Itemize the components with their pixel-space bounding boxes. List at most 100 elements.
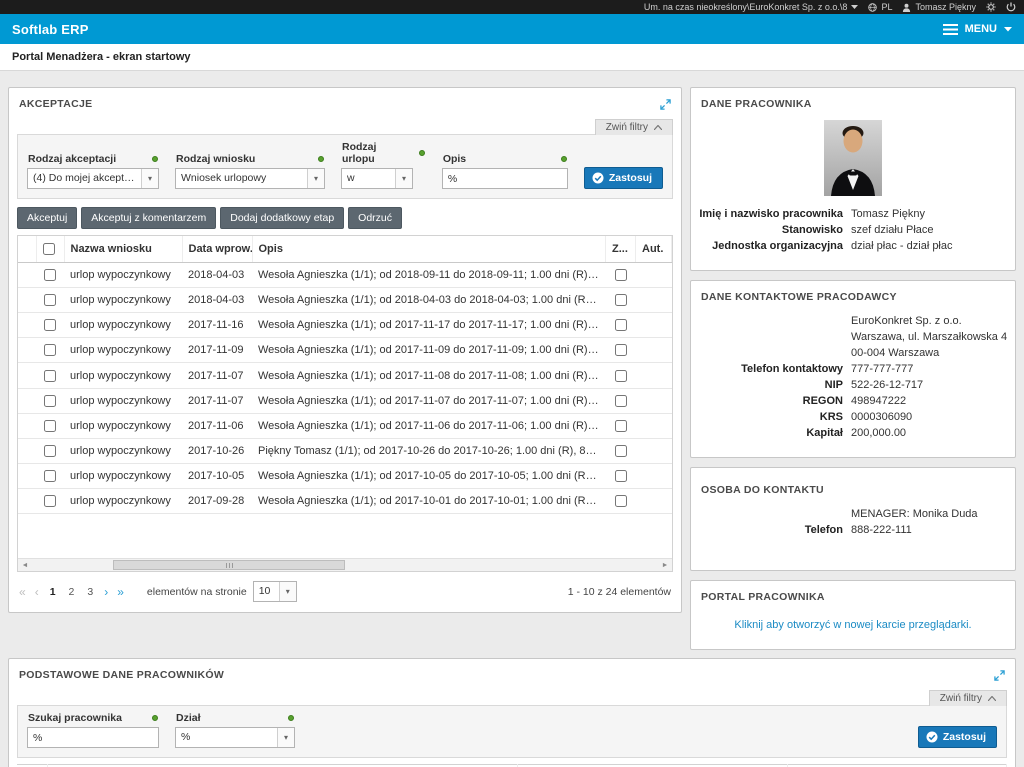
- field-label: REGON: [691, 395, 851, 407]
- column-header-nazwa[interactable]: Nazwa wniosku: [64, 236, 182, 263]
- row-checkbox[interactable]: [44, 420, 56, 432]
- z-checkbox[interactable]: [615, 495, 627, 507]
- request-name-cell: urlop wypoczynkowy: [64, 263, 182, 288]
- rodzaj-akceptacji-select[interactable]: (4) Do mojej akceptacji, Za... ▾: [27, 168, 159, 189]
- open-portal-link[interactable]: Kliknij aby otworzyć w nowej karcie prze…: [691, 611, 1015, 635]
- scroll-left-arrow[interactable]: ◄: [18, 559, 32, 571]
- request-date-cell: 2017-11-07: [182, 388, 252, 413]
- user-icon: [902, 3, 911, 12]
- expand-panel-icon[interactable]: [994, 670, 1005, 681]
- column-header-data[interactable]: Data wprow.▼: [182, 236, 252, 263]
- row-checkbox[interactable]: [44, 294, 56, 306]
- z-checkbox[interactable]: [615, 269, 627, 281]
- filter-flag-icon: [152, 156, 158, 162]
- row-checkbox[interactable]: [44, 370, 56, 382]
- column-header-aut[interactable]: Aut.: [636, 236, 672, 263]
- next-page-button[interactable]: ›: [104, 585, 108, 599]
- table-row[interactable]: › … urlop wypoczynkowy 2017-11-07 Wesoła…: [18, 388, 672, 413]
- page-number-2[interactable]: 2: [67, 586, 77, 598]
- add-extra-stage-button[interactable]: Dodaj dodatkowy etap: [220, 207, 344, 229]
- opis-input[interactable]: [442, 168, 568, 189]
- page-number-3[interactable]: 3: [85, 586, 95, 598]
- collapse-filters-button[interactable]: Zwiń filtry: [595, 119, 673, 135]
- last-page-button[interactable]: »: [117, 585, 124, 599]
- request-date-cell: 2017-11-16: [182, 313, 252, 338]
- accept-with-comment-button[interactable]: Akceptuj z komentarzem: [81, 207, 216, 229]
- acceptances-panel: AKCEPTACJE Zwiń filtry: [8, 87, 682, 613]
- scrollbar-thumb[interactable]: [113, 560, 345, 570]
- field-value: MENAGER: Monika Duda: [851, 508, 1015, 520]
- z-checkbox[interactable]: [615, 319, 627, 331]
- request-name-cell: urlop wypoczynkowy: [64, 313, 182, 338]
- collapse-filters-button[interactable]: Zwiń filtry: [929, 690, 1007, 706]
- apply-label: Zastosuj: [609, 172, 652, 184]
- field-row: Warszawa, ul. Marszałkowska 4: [691, 331, 1015, 343]
- apply-filters-button[interactable]: Zastosuj: [918, 726, 997, 748]
- employee-data-panel: DANE PRACOWNIKA I: [690, 87, 1016, 271]
- field-row: EuroKonkret Sp. z o.o.: [691, 315, 1015, 327]
- prev-page-button[interactable]: ‹: [35, 585, 39, 599]
- table-row[interactable]: › … urlop wypoczynkowy 2017-11-07 Wesoła…: [18, 363, 672, 388]
- scroll-right-arrow[interactable]: ►: [658, 559, 672, 571]
- row-checkbox[interactable]: [44, 445, 56, 457]
- column-header-z[interactable]: Z...: [606, 236, 636, 263]
- horizontal-scrollbar[interactable]: ◄ ►: [18, 558, 672, 571]
- row-checkbox[interactable]: [44, 319, 56, 331]
- rodzaj-wniosku-select[interactable]: Wniosek urlopowy ▾: [175, 168, 325, 189]
- select-value: %: [176, 728, 277, 747]
- field-value: 00-004 Warszawa: [851, 347, 1015, 359]
- portal-panel-title: PORTAL PRACOWNIKA: [701, 591, 825, 603]
- table-row[interactable]: › … urlop wypoczynkowy 2017-11-06 Wesoła…: [18, 413, 672, 438]
- chevron-down-icon: ▾: [279, 582, 296, 601]
- select-all-checkbox[interactable]: [43, 243, 55, 255]
- accept-button[interactable]: Akceptuj: [17, 207, 77, 229]
- menu-button[interactable]: MENU: [943, 23, 1012, 35]
- table-row[interactable]: › … urlop wypoczynkowy 2018-04-03 Wesoła…: [18, 288, 672, 313]
- settings-button[interactable]: [986, 2, 996, 12]
- z-checkbox[interactable]: [615, 395, 627, 407]
- table-row[interactable]: › … urlop wypoczynkowy 2017-10-26 Piękny…: [18, 438, 672, 463]
- szukaj-pracownika-input[interactable]: [27, 727, 159, 748]
- table-row[interactable]: › … urlop wypoczynkowy 2018-04-03 Wesoła…: [18, 263, 672, 288]
- column-header-opis[interactable]: Opis: [252, 236, 606, 263]
- table-row[interactable]: › … urlop wypoczynkowy 2017-11-09 Wesoła…: [18, 338, 672, 363]
- z-checkbox[interactable]: [615, 445, 627, 457]
- z-checkbox[interactable]: [615, 294, 627, 306]
- select-value: (4) Do mojej akceptacji, Za...: [28, 169, 141, 188]
- z-checkbox[interactable]: [615, 370, 627, 382]
- expand-panel-icon[interactable]: [660, 99, 671, 110]
- per-page-select[interactable]: 10 ▾: [253, 581, 297, 602]
- language-selector[interactable]: PL: [868, 2, 892, 12]
- logout-button[interactable]: [1006, 2, 1016, 12]
- apply-filters-button[interactable]: Zastosuj: [584, 167, 663, 189]
- row-checkbox[interactable]: [44, 470, 56, 482]
- table-row[interactable]: › … urlop wypoczynkowy 2017-10-05 Wesoła…: [18, 463, 672, 488]
- field-row: KRS 0000306090: [691, 411, 1015, 423]
- reject-button[interactable]: Odrzuć: [348, 207, 402, 229]
- request-date-cell: 2017-11-07: [182, 363, 252, 388]
- scrollbar-track[interactable]: [32, 559, 658, 571]
- user-menu[interactable]: Tomasz Piękny: [902, 2, 976, 12]
- field-value: 200,000.00: [851, 427, 1015, 439]
- z-checkbox[interactable]: [615, 344, 627, 356]
- row-checkbox[interactable]: [44, 344, 56, 356]
- table-row[interactable]: › … urlop wypoczynkowy 2017-09-28 Wesoła…: [18, 488, 672, 513]
- page-number-1[interactable]: 1: [48, 586, 58, 598]
- collapse-filters-label: Zwiń filtry: [940, 693, 982, 704]
- table-row[interactable]: › … urlop wypoczynkowy 2017-11-16 Wesoła…: [18, 313, 672, 338]
- field-value: 522-26-12-717: [851, 379, 1015, 391]
- row-checkbox[interactable]: [44, 495, 56, 507]
- dzial-select[interactable]: % ▾: [175, 727, 295, 748]
- row-checkbox[interactable]: [44, 269, 56, 281]
- request-date-cell: 2017-11-09: [182, 338, 252, 363]
- pagination-summary: 1 - 10 z 24 elementów: [568, 586, 671, 598]
- filter-rodzaj-urlopu: Rodzaj urlopu w ▾: [341, 140, 426, 189]
- z-checkbox[interactable]: [615, 470, 627, 482]
- first-page-button[interactable]: «: [19, 585, 26, 599]
- z-checkbox[interactable]: [615, 420, 627, 432]
- rodzaj-urlopu-select[interactable]: w ▾: [341, 168, 413, 189]
- context-selector[interactable]: Um. na czas nieokreślony\EuroKonkret Sp.…: [644, 2, 859, 12]
- row-checkbox[interactable]: [44, 395, 56, 407]
- pagination-bar: « ‹ 1 2 3 › » elementów na stronie 10 ▾ …: [9, 572, 681, 612]
- request-name-cell: urlop wypoczynkowy: [64, 363, 182, 388]
